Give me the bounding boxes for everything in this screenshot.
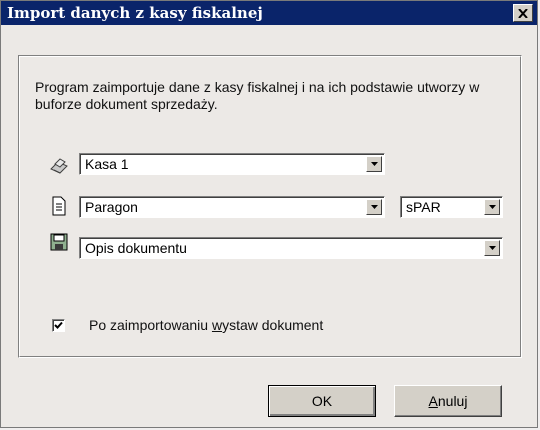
close-icon	[518, 8, 528, 18]
document-type-value: Paragon	[85, 199, 138, 215]
import-dialog: Import danych z kasy fiskalnej Program z…	[0, 0, 538, 428]
save-icon	[49, 232, 69, 252]
document-icon	[49, 196, 69, 216]
ok-button[interactable]: OK	[268, 385, 376, 417]
series-value: sPAR	[406, 199, 441, 215]
document-description-select[interactable]: Opis dokumentu	[79, 237, 503, 259]
document-description-dropdown-button[interactable]	[484, 240, 500, 256]
ok-label: OK	[311, 393, 333, 409]
label-part: ystaw dokument	[222, 317, 324, 333]
issue-document-checkbox[interactable]	[52, 319, 65, 332]
register-value: Kasa 1	[85, 156, 129, 172]
document-type-select[interactable]: Paragon	[79, 196, 385, 218]
chevron-down-icon	[488, 246, 496, 250]
cancel-button[interactable]: Anuluj	[394, 385, 502, 417]
chevron-down-icon	[488, 205, 496, 209]
title-bar: Import danych z kasy fiskalnej	[1, 1, 537, 25]
cash-register-icon	[49, 155, 69, 175]
chevron-down-icon	[370, 162, 378, 166]
issue-document-label[interactable]: Po zaimportowaniu wystaw dokument	[89, 317, 323, 334]
label-part: Po zaimportowaniu	[89, 317, 212, 333]
series-select[interactable]: sPAR	[400, 196, 503, 218]
close-button[interactable]	[513, 4, 533, 22]
register-select[interactable]: Kasa 1	[79, 153, 385, 175]
label-accelerator: w	[211, 317, 223, 333]
checkmark-icon	[54, 321, 63, 329]
window-title: Import danych z kasy fiskalnej	[7, 4, 263, 22]
cancel-accelerator: A	[428, 393, 438, 409]
document-description-value: Opis dokumentu	[85, 240, 187, 256]
chevron-down-icon	[370, 205, 378, 209]
series-dropdown-button[interactable]	[484, 199, 500, 215]
cancel-label: nuluj	[437, 393, 468, 409]
document-type-dropdown-button[interactable]	[366, 199, 382, 215]
register-dropdown-button[interactable]	[366, 156, 382, 172]
description-text: Program zaimportuje dane z kasy fiskalne…	[35, 79, 480, 112]
